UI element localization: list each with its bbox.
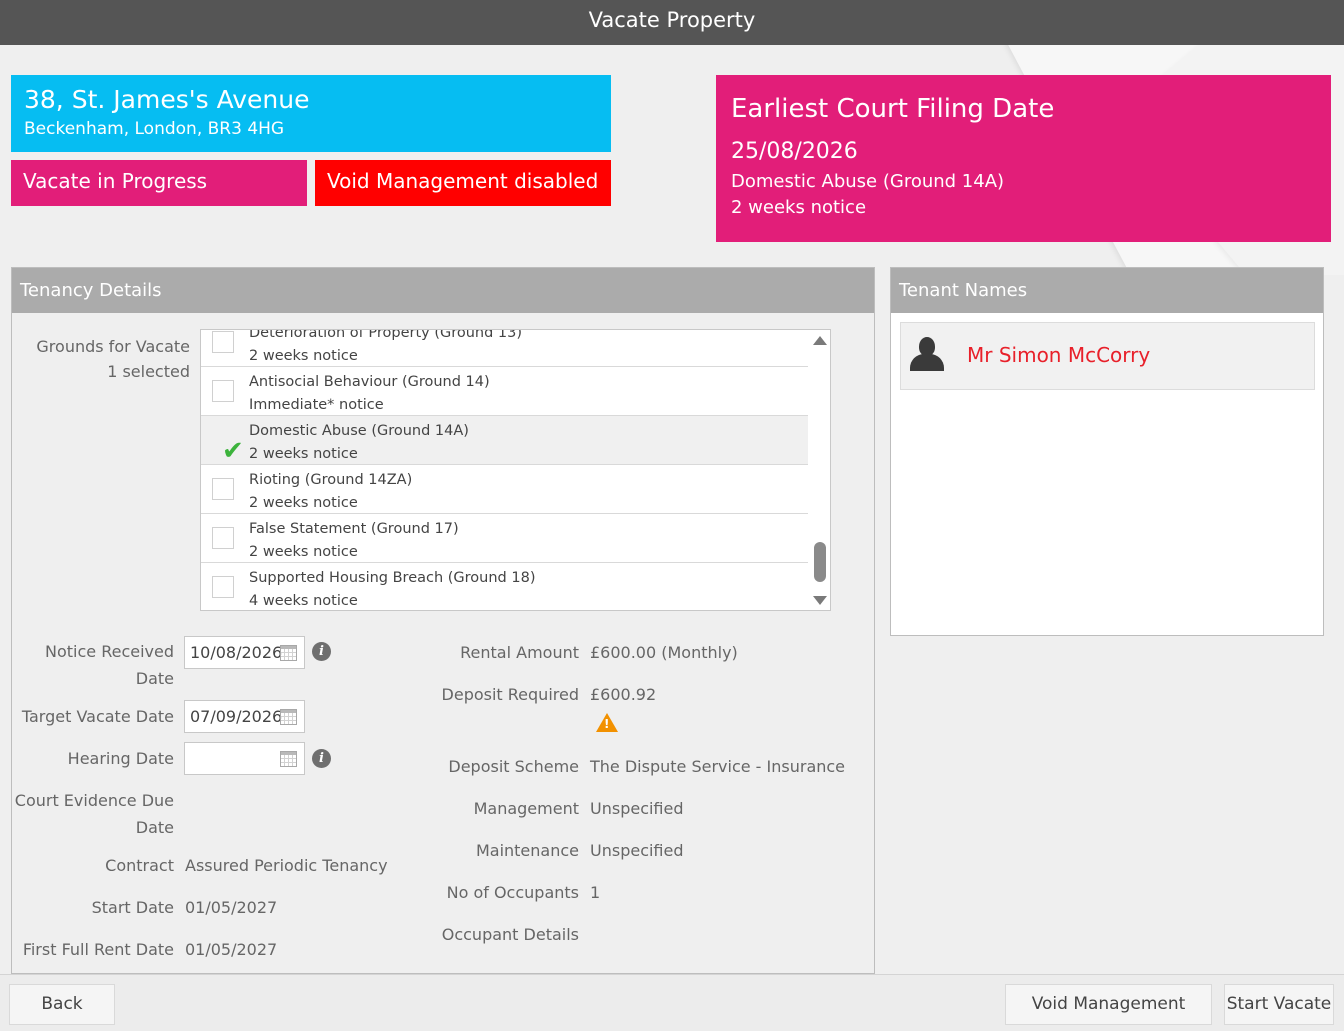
maintenance-value: Unspecified: [590, 841, 684, 860]
notice-received-label-line1: Notice Received: [45, 642, 174, 661]
court-filing-title: Earliest Court Filing Date: [731, 94, 1055, 124]
ground-notice: 2 weeks notice: [249, 348, 358, 364]
grounds-listbox[interactable]: Deterioration of Property (Ground 13) 2 w…: [200, 329, 831, 611]
tenant-row[interactable]: Mr Simon McCorry: [900, 322, 1315, 390]
tenant-name[interactable]: Mr Simon McCorry: [967, 341, 1150, 369]
court-filing-date: 25/08/2026: [731, 139, 858, 164]
tenant-names-header: Tenant Names: [891, 268, 1323, 313]
ground-notice: 2 weeks notice: [249, 446, 358, 462]
notice-received-label-line2: Date: [135, 669, 174, 688]
contract-value: Assured Periodic Tenancy: [185, 856, 388, 875]
first-full-rent-label: First Full Rent Date: [22, 940, 174, 959]
scroll-thumb[interactable]: [814, 542, 826, 582]
deposit-required-value: £600.92: [590, 685, 657, 704]
ground-list-item[interactable]: Supported Housing Breach (Ground 18) 4 we…: [201, 563, 808, 610]
ground-name: Rioting (Ground 14ZA): [249, 472, 413, 488]
start-date-label: Start Date: [91, 898, 174, 917]
window-title: Vacate Property: [0, 0, 1344, 45]
warning-icon: !: [596, 713, 618, 732]
target-vacate-label: Target Vacate Date: [21, 707, 174, 726]
hearing-date-input[interactable]: [184, 742, 305, 775]
start-vacate-button[interactable]: Start Vacate: [1224, 984, 1334, 1025]
start-date-value: 01/05/2027: [185, 898, 278, 917]
ground-list-item[interactable]: ✔ Domestic Abuse (Ground 14A) 2 weeks noti…: [201, 416, 808, 465]
grounds-list: Deterioration of Property (Ground 13) 2 w…: [201, 329, 808, 610]
ground-list-item[interactable]: False Statement (Ground 17) 2 weeks notic…: [201, 514, 808, 563]
back-button[interactable]: Back: [9, 984, 115, 1025]
ground-notice: 4 weeks notice: [249, 593, 358, 609]
tenancy-details-header: Tenancy Details: [12, 268, 874, 313]
occupant-details-label: Occupant Details: [441, 925, 579, 944]
property-address-card: 38, St. James's Avenue Beckenham, London…: [11, 75, 611, 152]
calendar-icon[interactable]: [280, 709, 297, 725]
ground-name: Domestic Abuse (Ground 14A): [249, 423, 469, 439]
info-icon[interactable]: i: [312, 749, 331, 768]
checkbox[interactable]: [212, 576, 234, 598]
ground-list-item[interactable]: Antisocial Behaviour (Ground 14) Immediat…: [201, 367, 808, 416]
grounds-label-group: Grounds for Vacate 1 selected: [12, 334, 190, 384]
court-evidence-label: Court Evidence Due Date: [12, 787, 174, 841]
grounds-count: 1 selected: [107, 362, 190, 381]
occupants-label: No of Occupants: [446, 883, 579, 902]
court-filing-card: Earliest Court Filing Date 25/08/2026 Do…: [716, 75, 1331, 242]
hearing-date-label: Hearing Date: [67, 749, 174, 768]
check-icon: ✔: [222, 436, 244, 466]
scroll-down-icon[interactable]: [813, 596, 827, 605]
ground-notice: 2 weeks notice: [249, 495, 358, 511]
notice-received-date-value: 10/08/2026: [190, 643, 283, 662]
maintenance-label: Maintenance: [475, 841, 579, 860]
ground-name: False Statement (Ground 17): [249, 521, 459, 537]
deposit-scheme-value: The Dispute Service - Insurance: [590, 757, 846, 776]
vacate-status-badge: Vacate in Progress: [11, 160, 307, 206]
grounds-scrollbar[interactable]: [809, 330, 830, 610]
ground-name: Antisocial Behaviour (Ground 14): [249, 374, 490, 390]
management-label: Management: [473, 799, 579, 818]
tenancy-details-panel: Tenancy Details Grounds for Vacate 1 sel…: [11, 267, 875, 974]
tenant-names-panel: Tenant Names Mr Simon McCorry: [890, 267, 1324, 636]
rental-amount-label: Rental Amount: [460, 643, 579, 662]
checkbox[interactable]: [212, 527, 234, 549]
contract-label: Contract: [105, 856, 174, 875]
info-icon[interactable]: i: [312, 642, 331, 661]
checkbox[interactable]: [212, 478, 234, 500]
ground-list-item[interactable]: Rioting (Ground 14ZA) 2 weeks notice: [201, 465, 808, 514]
target-vacate-date-value: 07/09/2026: [190, 707, 283, 726]
address-line1: 38, St. James's Avenue: [24, 85, 310, 114]
occupants-value: 1: [590, 883, 601, 902]
deposit-scheme-label: Deposit Scheme: [448, 757, 579, 776]
ground-name: Deterioration of Property (Ground 13): [249, 329, 523, 341]
ground-notice: 2 weeks notice: [249, 544, 358, 560]
address-line2: Beckenham, London, BR3 4HG: [24, 119, 285, 139]
deposit-required-label: Deposit Required: [441, 685, 579, 704]
notice-received-date-input[interactable]: 10/08/2026: [184, 636, 305, 669]
rental-amount-value: £600.00 (Monthly): [590, 643, 738, 662]
court-filing-ground: Domestic Abuse (Ground 14A): [731, 171, 1005, 192]
calendar-icon[interactable]: [280, 751, 297, 767]
checkbox[interactable]: [212, 331, 234, 353]
void-management-setup-button[interactable]: Void Management Setup: [1005, 984, 1212, 1025]
notice-received-label: Notice Received Date: [12, 638, 174, 692]
scroll-up-icon[interactable]: [813, 336, 827, 345]
person-icon: [908, 337, 946, 371]
checkbox-checked[interactable]: ✔: [212, 429, 244, 465]
checkbox[interactable]: [212, 380, 234, 402]
ground-notice: Immediate* notice: [249, 397, 384, 413]
court-evidence-label-line1: Court Evidence Due: [14, 791, 174, 810]
void-management-badge: Void Management disabled: [315, 160, 611, 206]
management-value: Unspecified: [590, 799, 684, 818]
footer-bar: Back Void Management Setup Start Vacate: [0, 974, 1344, 1031]
ground-name: Supported Housing Breach (Ground 18): [249, 570, 536, 586]
grounds-label: Grounds for Vacate: [36, 337, 190, 356]
court-filing-notice: 2 weeks notice: [731, 197, 867, 218]
target-vacate-date-input[interactable]: 07/09/2026: [184, 700, 305, 733]
calendar-icon[interactable]: [280, 645, 297, 661]
court-evidence-label-line2: Date: [135, 818, 174, 837]
first-full-rent-value: 01/05/2027: [185, 940, 278, 959]
ground-list-item[interactable]: Deterioration of Property (Ground 13) 2 w…: [201, 329, 808, 367]
